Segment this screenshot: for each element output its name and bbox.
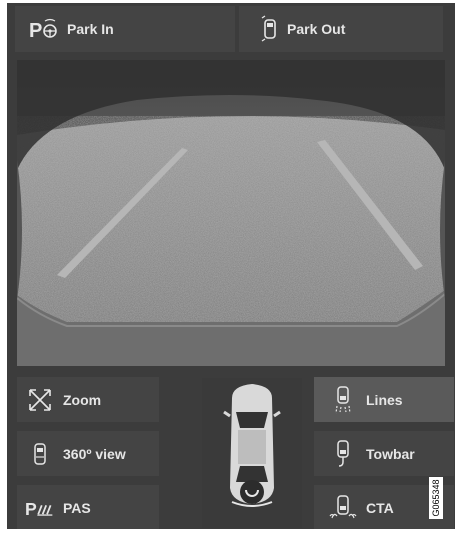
cta-icon <box>329 494 357 518</box>
towbar-button[interactable]: Towbar <box>314 431 454 476</box>
pas-label: PAS <box>63 499 91 516</box>
park-in-label: Park In <box>67 21 114 37</box>
towbar-icon <box>337 439 349 467</box>
pas-icon: P <box>25 499 53 519</box>
park-out-label: Park Out <box>287 21 346 37</box>
rear-camera-view <box>17 60 445 366</box>
pas-button[interactable]: P PAS <box>17 485 159 529</box>
top-toolbar: P Park In Park Out <box>7 3 455 57</box>
park-out-icon <box>261 15 276 42</box>
svg-text:P: P <box>25 499 37 519</box>
image-code-text: G065348 <box>431 479 441 517</box>
lines-icon <box>335 385 351 413</box>
lines-button[interactable]: Lines <box>314 377 454 422</box>
car-top-view <box>202 378 302 528</box>
lines-label: Lines <box>366 391 403 408</box>
image-reference-code: G065348 <box>429 477 443 519</box>
zoom-icon <box>29 388 51 411</box>
zoom-label: Zoom <box>63 391 102 408</box>
svg-text:P: P <box>29 20 42 41</box>
camera-display: P Park In Park Out Zoom 360º view P PAS … <box>7 3 455 529</box>
park-out-button[interactable]: Park Out <box>239 6 443 52</box>
360-view-label: 360º view <box>63 445 126 462</box>
zoom-button[interactable]: Zoom <box>17 377 159 422</box>
towbar-label: Towbar <box>366 445 415 462</box>
car-icon <box>223 384 281 507</box>
bottom-controls: Zoom 360º view P PAS Lines Towbar CTA <box>7 368 455 529</box>
park-in-icon: P <box>29 18 57 41</box>
360-view-button[interactable]: 360º view <box>17 431 159 476</box>
cta-label: CTA <box>366 499 394 516</box>
360-view-icon <box>34 442 46 465</box>
park-in-button[interactable]: P Park In <box>15 6 235 52</box>
